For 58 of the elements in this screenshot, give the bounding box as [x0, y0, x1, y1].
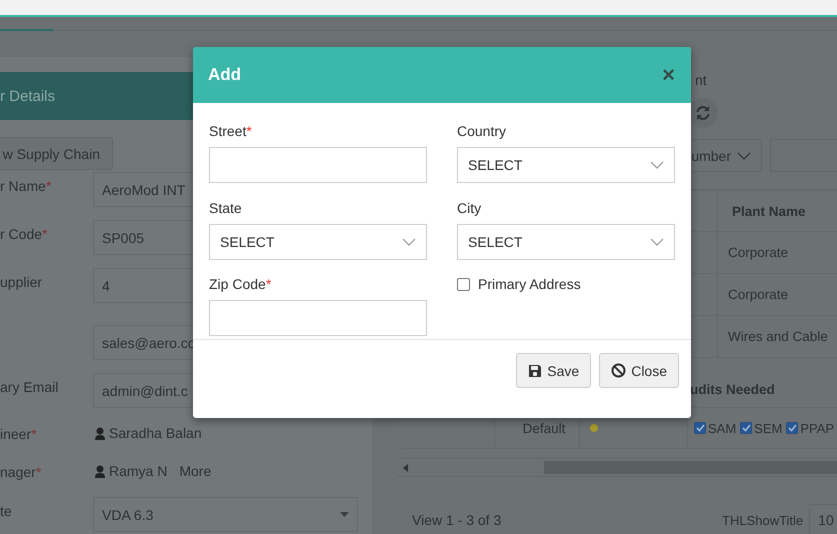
close-button[interactable]: Close — [599, 353, 679, 388]
chevron-down-icon — [650, 238, 664, 246]
person-name: Saradha Balan — [109, 425, 202, 441]
field-label: nager* — [0, 464, 42, 480]
column-header: Plant Name — [731, 202, 806, 220]
refresh-icon — [695, 105, 711, 121]
save-button[interactable]: Save — [516, 353, 592, 388]
text-field[interactable] — [209, 147, 427, 183]
chevron-down-icon — [402, 238, 416, 246]
checkbox[interactable] — [457, 278, 470, 291]
checkbox[interactable] — [740, 422, 752, 434]
field-label: Street* — [209, 122, 253, 141]
field-label: te — [0, 503, 12, 519]
tab-indicator — [0, 29, 53, 31]
field-label: City — [457, 198, 482, 218]
person-name: Ramya N — [109, 463, 168, 479]
checkbox-label: PPAP — [800, 420, 834, 436]
table-cell-text: Corporate — [727, 244, 788, 262]
select-field[interactable]: SELECT — [457, 147, 675, 183]
dialog-title: Add — [208, 65, 242, 85]
checkbox[interactable] — [786, 422, 798, 434]
column-header: udits Needed — [689, 382, 775, 397]
field-label: Country — [457, 122, 508, 141]
panel-title: r Details — [0, 88, 56, 104]
page-size-select[interactable]: 10 — [809, 504, 837, 534]
close-button[interactable]: × — [662, 64, 675, 86]
field-label: r Name* — [0, 178, 52, 194]
select-field[interactable]: VDA 6.3 — [93, 497, 358, 532]
select-field[interactable]: SELECT — [457, 224, 675, 260]
checkbox-label: SEM — [754, 420, 782, 436]
refresh-button[interactable] — [688, 98, 718, 128]
person-icon — [95, 464, 105, 478]
page-size-label: THLShowTitle — [722, 512, 804, 528]
pager-summary: View 1 - 3 of 3 — [412, 512, 502, 528]
field-label: State — [209, 198, 243, 218]
supply-chain-button[interactable]: w Supply Chain — [0, 137, 113, 170]
chevron-down-icon — [737, 152, 751, 160]
more-link[interactable]: More — [179, 463, 212, 479]
save-icon — [528, 364, 542, 378]
checkbox-label: SAM — [708, 420, 736, 436]
caret-icon — [340, 512, 349, 517]
panel-title: nt — [695, 72, 707, 88]
chevron-down-icon — [650, 161, 664, 169]
table-cell-text: Wires and Cable — [727, 328, 828, 346]
checkbox[interactable] — [694, 422, 706, 434]
horizontal-scrollbar[interactable] — [397, 458, 837, 477]
field-label: ineer* — [0, 426, 37, 442]
field-label: r Code* — [0, 226, 48, 242]
left-arrow-icon — [403, 464, 408, 472]
field-label: upplier — [0, 274, 42, 290]
ban-icon — [611, 363, 626, 378]
select-field[interactable]: SELECT — [209, 224, 427, 260]
checkbox-label: Primary Address — [478, 276, 581, 292]
field-label: ary Email — [0, 379, 58, 395]
person-icon — [95, 426, 105, 440]
table-cell-text: Corporate — [727, 286, 788, 304]
field-label: Zip Code* — [209, 275, 272, 294]
text-field[interactable] — [209, 300, 427, 336]
